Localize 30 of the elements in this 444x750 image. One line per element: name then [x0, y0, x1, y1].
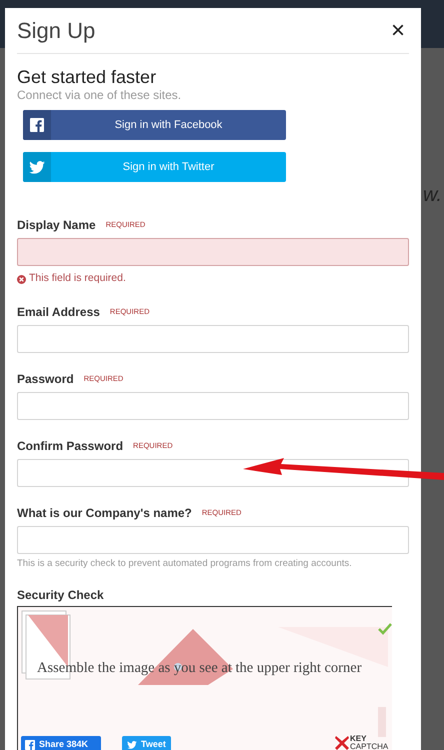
input-field[interactable] — [17, 392, 409, 420]
logo-text: KEY — [350, 735, 368, 743]
tweet-button[interactable]: Tweet — [122, 736, 171, 750]
input-field[interactable] — [17, 325, 409, 353]
input-field[interactable] — [17, 526, 409, 554]
help-text: This is a security check to prevent automated programs from creating accounts. — [17, 558, 353, 570]
share-button[interactable]: Share 384K — [21, 736, 101, 750]
dialog-title: Sign Up — [17, 17, 96, 45]
field-label: Password — [17, 371, 74, 388]
facebook-icon — [25, 740, 35, 750]
close-button[interactable]: × — [390, 17, 405, 45]
section-label: Security Check — [17, 587, 105, 602]
checkmark-icon — [378, 623, 392, 635]
error-icon — [17, 274, 26, 284]
bird-icon — [127, 740, 137, 748]
section-subheading: Connect via one of these sites. — [17, 88, 182, 102]
field-label: Confirm Password — [17, 438, 124, 455]
field-label: Email Address — [17, 304, 100, 321]
input-field[interactable] — [17, 459, 409, 487]
facebook-signin-button[interactable]: Sign in with Facebook — [23, 110, 286, 140]
captcha-instruction: Assemble the image as you see at the upper right corner — [37, 659, 362, 678]
section-heading: Get started faster — [17, 66, 158, 88]
twitter-signin-button[interactable]: Sign in with Twitter — [23, 152, 286, 182]
bird-icon — [29, 160, 45, 174]
facebook-icon — [30, 118, 44, 132]
field-label: Display Name — [17, 217, 96, 234]
field-label: What is our Company's name? — [17, 505, 192, 522]
logo-text: CAPTCHA — [350, 743, 388, 750]
input-field[interactable] — [17, 238, 409, 266]
error-message: This field is required. — [29, 271, 126, 286]
